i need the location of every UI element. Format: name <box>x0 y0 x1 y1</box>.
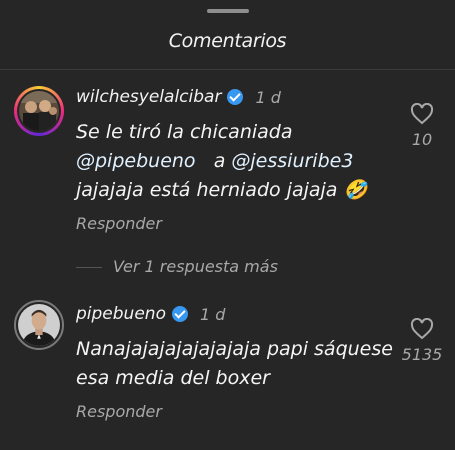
reply-button[interactable]: Responder <box>76 402 162 421</box>
username[interactable]: pipebueno <box>76 304 166 324</box>
comment-text: Se le tiró la chicaniada @pipebueno a @j… <box>76 118 367 205</box>
comment-fragment: a <box>213 150 226 172</box>
mention-link[interactable]: @jessiuribe3 <box>231 150 353 172</box>
username[interactable]: wilchesyelalcibar <box>76 87 221 107</box>
avatar-photo <box>19 91 59 131</box>
comment-header: pipebueno 1 d <box>76 304 225 324</box>
timestamp: 1 d <box>199 304 226 324</box>
comment-line: @pipebueno a @jessiuribe3 <box>76 147 367 176</box>
like-count: 10 <box>411 130 433 149</box>
comment-line: Se le tiró la chicaniada <box>76 121 293 143</box>
like-count: 5135 <box>401 345 443 364</box>
verified-badge-icon <box>227 89 244 105</box>
mention-link[interactable]: @pipebueno <box>76 150 196 172</box>
replies-line <box>76 267 102 268</box>
heart-icon[interactable] <box>410 103 434 125</box>
avatar-photo <box>18 304 60 346</box>
avatar[interactable] <box>14 300 64 350</box>
timestamp: 1 d <box>255 87 281 107</box>
comment-header: wilchesyelalcibar 1 d <box>76 87 281 107</box>
comment-text: Nanajajajajajajajaja papi sáquese esa me… <box>76 335 393 393</box>
verified-badge-icon <box>171 306 188 322</box>
reply-button[interactable]: Responder <box>76 214 162 233</box>
emoji-rofl: 🤣 <box>343 179 368 201</box>
comment-fragment: jajajaja está herniado jajaja <box>76 179 338 201</box>
comment-line: jajajaja está herniado jajaja 🤣 <box>76 176 367 205</box>
comment-line: esa media del boxer <box>76 367 270 389</box>
view-replies-button[interactable]: Ver 1 respuesta más <box>113 257 278 276</box>
header-divider <box>0 69 455 70</box>
avatar[interactable] <box>14 86 64 136</box>
comment-line: Nanajajajajajajajaja papi sáquese <box>76 338 393 360</box>
page-title: Comentarios <box>168 30 287 52</box>
drag-handle[interactable] <box>207 9 249 13</box>
heart-icon[interactable] <box>410 318 434 340</box>
